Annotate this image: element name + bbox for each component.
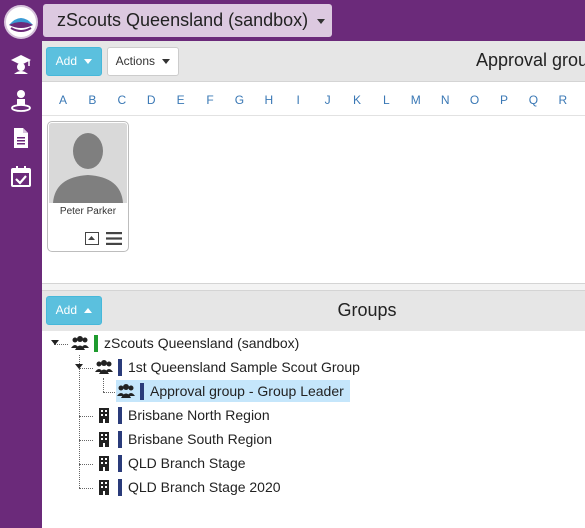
tree-node-label: Brisbane North Region <box>128 407 270 423</box>
add-member-button[interactable]: Add <box>46 47 102 76</box>
member-name: Peter Parker <box>59 206 117 217</box>
alphabet-letter-e[interactable]: E <box>174 93 188 107</box>
status-bar <box>118 454 122 472</box>
app-root: zScouts Queensland (sandbox) Add Actions… <box>0 0 585 528</box>
alphabet-letter-r[interactable]: R <box>556 93 570 107</box>
status-bar <box>118 430 122 448</box>
tree-node[interactable]: QLD Branch Stage <box>94 452 246 474</box>
alphabet-letter-h[interactable]: H <box>262 93 276 107</box>
app-logo[interactable] <box>4 5 38 39</box>
sidebar <box>0 0 42 528</box>
tree-node-label: QLD Branch Stage <box>128 455 246 471</box>
collapse-arrow-icon[interactable] <box>51 340 59 345</box>
pane-splitter[interactable] <box>42 283 585 291</box>
actions-button[interactable]: Actions <box>107 47 179 76</box>
status-bar <box>140 382 144 400</box>
chevron-down-icon <box>84 59 93 65</box>
avatar <box>49 123 127 203</box>
tree-connector <box>79 440 93 441</box>
alphabet-letter-l[interactable]: L <box>379 93 393 107</box>
tree-connector <box>79 416 93 417</box>
tree-node[interactable]: QLD Branch Stage 2020 <box>94 476 281 498</box>
tree-node-label: Brisbane South Region <box>128 431 272 447</box>
graduation-cap-icon[interactable] <box>9 52 33 76</box>
building-icon <box>94 407 114 423</box>
groups-tree: zScouts Queensland (sandbox) 1st Queensla… <box>42 331 585 528</box>
status-bar <box>118 406 122 424</box>
tree-node[interactable]: 1st Queensland Sample Scout Group <box>94 356 360 378</box>
alphabet-letter-m[interactable]: M <box>409 93 423 107</box>
group-people-icon <box>116 383 136 399</box>
status-bar <box>118 478 122 496</box>
alphabet-letter-n[interactable]: N <box>438 93 452 107</box>
alphabet-letter-b[interactable]: B <box>85 93 99 107</box>
calendar-check-icon[interactable] <box>9 164 33 188</box>
tree-node[interactable]: Approval group - Group Leader <box>116 380 350 402</box>
tree-connector <box>103 392 115 393</box>
tree-node-label: Approval group - Group Leader <box>150 383 344 399</box>
alphabet-filter: ABCDEFGHIJKLMNOPQRS <box>42 84 585 116</box>
alphabet-letter-o[interactable]: O <box>468 93 482 107</box>
group-people-icon <box>94 359 114 375</box>
chevron-down-icon <box>317 18 326 24</box>
status-bar <box>118 358 122 376</box>
group-people-icon <box>70 335 90 351</box>
tree-connector <box>103 378 104 392</box>
add-label: Add <box>55 54 77 68</box>
actions-label: Actions <box>115 54 155 68</box>
alphabet-letter-c[interactable]: C <box>115 93 129 107</box>
document-icon[interactable] <box>9 126 33 150</box>
groups-toolbar: Add Groups <box>42 291 585 331</box>
user-person-icon[interactable] <box>9 88 33 112</box>
alphabet-letter-j[interactable]: J <box>321 93 335 107</box>
chevron-down-icon <box>162 59 171 65</box>
alphabet-letter-q[interactable]: Q <box>526 93 540 107</box>
building-icon <box>94 455 114 471</box>
building-icon <box>94 479 114 495</box>
tree-node[interactable]: Brisbane South Region <box>94 428 272 450</box>
collapse-arrow-icon[interactable] <box>75 364 83 369</box>
alphabet-letter-g[interactable]: G <box>232 93 246 107</box>
tree-node[interactable]: Brisbane North Region <box>94 404 270 426</box>
tree-node-label: zScouts Queensland (sandbox) <box>104 335 300 351</box>
organisation-selector[interactable]: zScouts Queensland (sandbox) <box>43 4 332 37</box>
tree-node-label: 1st Queensland Sample Scout Group <box>128 359 360 375</box>
top-bar: zScouts Queensland (sandbox) <box>42 0 585 41</box>
members-toolbar: Add Actions Approval group - Group Leade… <box>42 41 585 82</box>
building-icon <box>94 431 114 447</box>
alphabet-letter-i[interactable]: I <box>291 93 305 107</box>
menu-icon[interactable] <box>106 232 122 245</box>
alphabet-letter-p[interactable]: P <box>497 93 511 107</box>
alphabet-letter-d[interactable]: D <box>144 93 158 107</box>
tree-connector <box>79 488 93 489</box>
expand-icon[interactable] <box>85 232 99 245</box>
tree-node-label: QLD Branch Stage 2020 <box>128 479 281 495</box>
status-bar <box>94 334 98 352</box>
alphabet-letter-k[interactable]: K <box>350 93 364 107</box>
alphabet-letter-a[interactable]: A <box>56 93 70 107</box>
groups-title: Groups <box>337 300 397 320</box>
org-name: zScouts Queensland (sandbox) <box>57 10 309 30</box>
tree-connector <box>79 464 93 465</box>
page-title: Approval group - Group Leader <box>476 50 585 70</box>
alphabet-letter-f[interactable]: F <box>203 93 217 107</box>
member-card[interactable]: Peter Parker <box>47 121 129 252</box>
tree-connector <box>79 355 80 488</box>
tree-node[interactable]: zScouts Queensland (sandbox) <box>70 332 299 354</box>
